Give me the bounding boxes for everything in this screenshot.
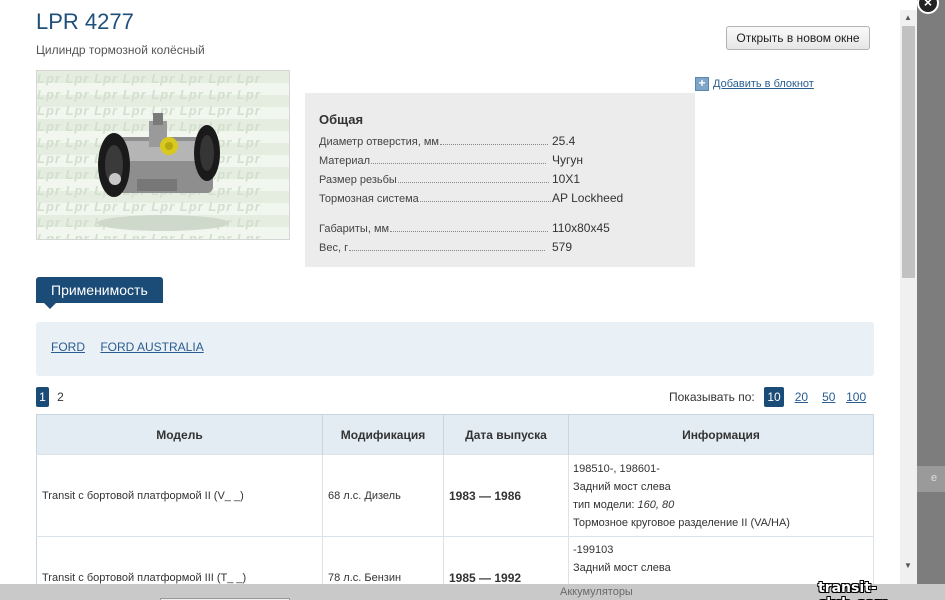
close-modal-icon[interactable]: ×: [917, 0, 939, 14]
add-to-notebook-link[interactable]: + Добавить в блокнот: [695, 77, 814, 91]
table-row[interactable]: Transit с бортовой платформой II (V_ _) …: [36, 454, 874, 537]
per-page-50[interactable]: 50: [819, 387, 839, 407]
spec-row: Материал Чугун: [319, 148, 681, 167]
background-page: Аккумуляторы: [0, 584, 945, 600]
per-page-20[interactable]: 20: [791, 387, 811, 407]
make-link-ford[interactable]: FORD: [51, 340, 85, 354]
column-header-date[interactable]: Дата выпуска: [443, 414, 569, 455]
spec-label: Тормозная система: [319, 193, 419, 205]
product-modal: LPR 4277 Цилиндр тормозной колёсный Откр…: [0, 0, 917, 584]
spec-value: 110x80x45: [552, 221, 610, 235]
add-to-notebook-label[interactable]: Добавить в блокнот: [713, 78, 814, 90]
spec-value: 579: [552, 240, 573, 254]
spec-label: Вес, г: [319, 242, 349, 254]
specs-panel: Общая Диаметр отверстия, мм 25.4 Материал…: [305, 93, 695, 267]
scroll-up-icon[interactable]: ▲: [904, 13, 912, 22]
background-right-text: е: [931, 472, 938, 484]
cell-modification: 68 л.с. Дизель: [322, 454, 444, 537]
spec-row: Габариты, мм 110x80x45: [319, 216, 681, 235]
cell-model: Transit с бортовой платформой III (T_ _): [36, 536, 323, 584]
table-header-row: Модель Модификация Дата выпуска Информац…: [36, 414, 874, 455]
cell-date: 1983 — 1986: [443, 454, 569, 537]
per-page-label: Показывать по:: [669, 390, 755, 404]
open-new-window-button[interactable]: Открыть в новом окне: [726, 26, 870, 50]
cell-info: -199103 Задний мост слева: [568, 536, 874, 584]
scrollbar-thumb[interactable]: [902, 26, 915, 278]
spec-label: Диаметр отверстия, мм: [319, 136, 439, 148]
page-2-button[interactable]: 2: [54, 387, 67, 407]
background-link-accumulators[interactable]: Аккумуляторы: [560, 586, 633, 598]
column-header-info[interactable]: Информация: [568, 414, 874, 455]
per-page-10[interactable]: 10: [764, 387, 785, 407]
specs-header: Общая: [319, 112, 364, 127]
tab-applicability[interactable]: Применимость: [36, 277, 163, 309]
page-1-button[interactable]: 1: [36, 387, 49, 407]
modal-scrollbar[interactable]: ▲ ▼: [900, 10, 917, 584]
product-subtitle: Цилиндр тормозной колёсный: [36, 43, 205, 57]
per-page-selector: Показывать по: 10 20 50 100: [669, 387, 866, 407]
cell-modification: 78 л.с. Бензин: [322, 536, 444, 584]
column-header-modification[interactable]: Модификация: [322, 414, 444, 455]
table-row[interactable]: Transit с бортовой платформой III (T_ _)…: [36, 536, 874, 584]
product-title: LPR 4277: [36, 9, 134, 34]
scroll-down-icon[interactable]: ▼: [904, 561, 912, 570]
spec-row: Тормозная система AP Lockheed: [319, 186, 681, 205]
spec-value: 10X1: [552, 172, 581, 186]
spec-row: Вес, г 579: [319, 235, 681, 254]
spec-value: AP Lockheed: [552, 191, 624, 205]
spec-row: Диаметр отверстия, мм 25.4: [319, 129, 681, 148]
background-right-strip: е: [917, 466, 945, 492]
cell-info: 198510-, 198601- Задний мост слева тип м…: [568, 454, 874, 537]
cell-date: 1985 — 1992: [443, 536, 569, 584]
spec-label: Размер резьбы: [319, 174, 397, 186]
applicability-table: Модель Модификация Дата выпуска Информац…: [36, 414, 874, 584]
spec-row: Размер резьбы 10X1: [319, 167, 681, 186]
applicability-makes: FORD FORD AUSTRALIA: [36, 322, 874, 376]
spec-value: Чугун: [552, 153, 584, 167]
spec-label: Материал: [319, 155, 370, 167]
pagination: 12: [36, 387, 72, 407]
per-page-100[interactable]: 100: [846, 387, 866, 407]
spec-value: 25.4: [552, 134, 576, 148]
brake-cylinder-image: [97, 113, 229, 231]
cell-model: Transit с бортовой платформой II (V_ _): [36, 454, 323, 537]
column-header-model[interactable]: Модель: [36, 414, 323, 455]
spec-label: Габариты, мм: [319, 223, 390, 235]
site-watermark: transit-club.com: [818, 580, 889, 600]
make-link-ford-australia[interactable]: FORD AUSTRALIA: [100, 340, 203, 354]
plus-icon: +: [695, 77, 709, 91]
product-photo: Lpr Lpr Lpr Lpr Lpr Lpr Lpr Lpr Lpr Lpr L…: [36, 70, 290, 240]
